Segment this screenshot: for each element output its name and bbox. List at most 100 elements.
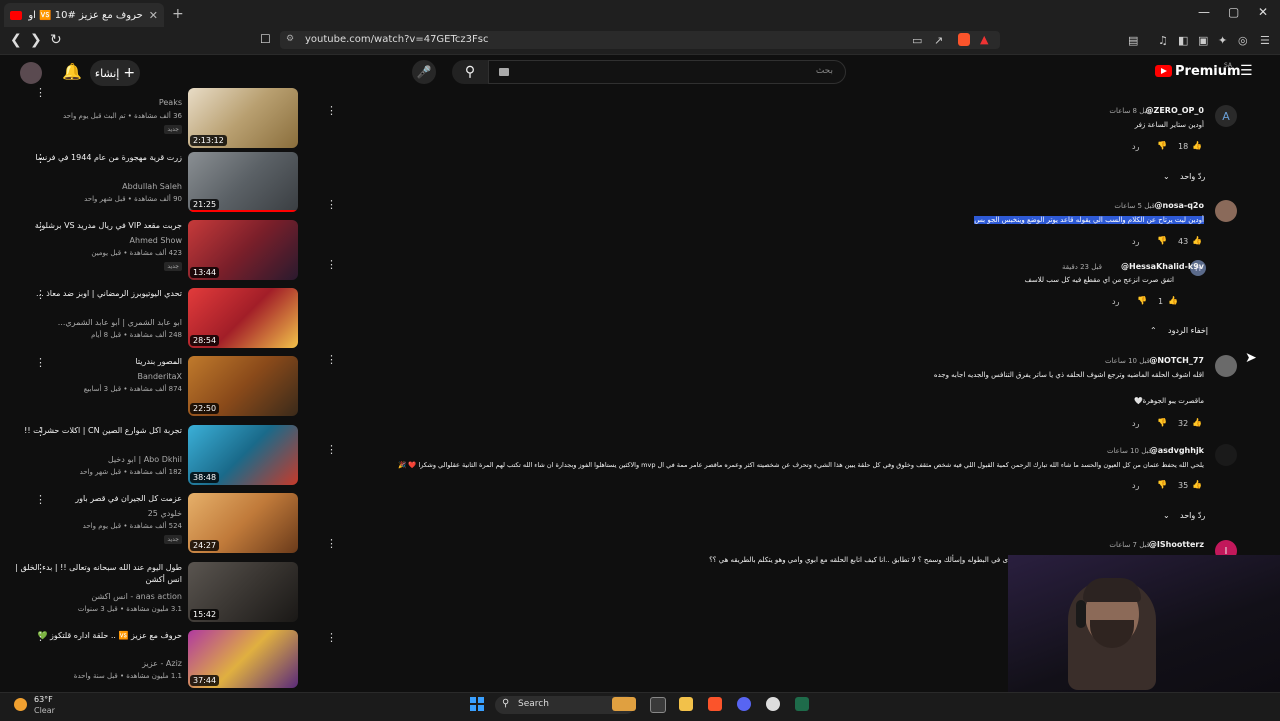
- related-video[interactable]: 15:42 طول اليوم عند الله سبحانه وتعالى !…: [0, 562, 310, 626]
- account-avatar[interactable]: [20, 62, 42, 84]
- related-video[interactable]: 13:44 جربت مقعد VIP في ريال مدريد VS برش…: [0, 220, 310, 284]
- channel-name[interactable]: Abo Dkhil | ابو دخيل: [108, 455, 182, 464]
- related-video[interactable]: 21:25 زرت قرية مهجورة من عام 1944 في فرن…: [0, 152, 310, 212]
- bookmark-icon[interactable]: ☐: [260, 32, 271, 46]
- excel-icon[interactable]: [795, 697, 809, 711]
- video-options-icon[interactable]: ⋮: [35, 562, 46, 575]
- comment-author[interactable]: @HessaKhalid-k9v: [1121, 262, 1204, 271]
- like-icon[interactable]: 👍: [1168, 296, 1178, 305]
- more-options-icon[interactable]: ⋮: [326, 443, 337, 456]
- tab-close-icon[interactable]: ✕: [149, 9, 158, 22]
- video-options-icon[interactable]: ⋮: [35, 356, 46, 369]
- like-icon[interactable]: 👍: [1192, 141, 1202, 150]
- minimize-button[interactable]: —: [1198, 5, 1210, 19]
- browser-tab[interactable]: حروف مع عزيز #10 🆚 اودين وايد ✕: [4, 3, 164, 27]
- video-thumbnail[interactable]: 15:42: [188, 562, 298, 622]
- vpn-icon[interactable]: ◎: [1238, 34, 1248, 47]
- reply-button[interactable]: رد: [1132, 419, 1139, 428]
- forward-icon[interactable]: ❯: [30, 32, 42, 48]
- wallet-icon[interactable]: ▣: [1198, 34, 1208, 47]
- brave-rewards-icon[interactable]: ▲: [980, 33, 988, 46]
- reader-icon[interactable]: ▤: [1128, 34, 1138, 47]
- view-replies-button[interactable]: ردّ واحد: [1180, 172, 1205, 181]
- channel-name[interactable]: Abdullah Saleh: [122, 182, 182, 191]
- video-options-icon[interactable]: ⋮: [35, 425, 46, 438]
- like-icon[interactable]: 👍: [1192, 418, 1202, 427]
- comment-author[interactable]: @NOTCH_77: [1149, 356, 1204, 365]
- dislike-icon[interactable]: 👎: [1157, 480, 1167, 489]
- related-video[interactable]: 24:27 عزمت كل الجيران في قصر باور خلودي …: [0, 493, 310, 557]
- chevron-up-icon[interactable]: ⌃: [1150, 326, 1157, 335]
- channel-name[interactable]: Aziz - عزيز: [142, 659, 182, 668]
- comment-author[interactable]: @asdvghhjk: [1150, 446, 1204, 455]
- discord-icon[interactable]: [737, 697, 751, 711]
- brave-shield-icon[interactable]: [958, 33, 970, 46]
- related-video[interactable]: 28:54 تحدي اليوتيوبرز الرمضاني | اوبز ضد…: [0, 288, 310, 352]
- cast-icon[interactable]: ▭: [912, 34, 922, 47]
- site-info-icon[interactable]: ⚙: [286, 34, 294, 44]
- more-options-icon[interactable]: ⋮: [326, 537, 337, 550]
- reply-button[interactable]: رد: [1132, 237, 1139, 246]
- comment-avatar[interactable]: A: [1215, 105, 1237, 127]
- video-options-icon[interactable]: ⋮: [35, 288, 46, 301]
- search-input[interactable]: بحث: [488, 60, 846, 84]
- chevron-down-icon[interactable]: ⌄: [1163, 511, 1170, 520]
- video-thumbnail[interactable]: 24:27: [188, 493, 298, 553]
- video-thumbnail[interactable]: 21:25: [188, 152, 298, 212]
- close-window-button[interactable]: ✕: [1258, 5, 1268, 19]
- sidebar-icon[interactable]: ◧: [1178, 34, 1188, 47]
- more-options-icon[interactable]: ⋮: [326, 631, 337, 644]
- video-options-icon[interactable]: ⋮: [35, 220, 46, 233]
- more-options-icon[interactable]: ⋮: [326, 353, 337, 366]
- comment-avatar[interactable]: [1215, 444, 1237, 466]
- related-video[interactable]: 22:50 المصور بندريتا BanderitaX 874 ألف …: [0, 356, 310, 420]
- leo-icon[interactable]: ✦: [1218, 34, 1227, 47]
- like-icon[interactable]: 👍: [1192, 480, 1202, 489]
- video-thumbnail[interactable]: 22:50: [188, 356, 298, 416]
- reload-icon[interactable]: ↻: [50, 32, 62, 48]
- hide-replies-button[interactable]: إخفاء الردود: [1168, 326, 1208, 335]
- reply-button[interactable]: رد: [1132, 142, 1139, 151]
- browser-menu-icon[interactable]: ☰: [1260, 34, 1270, 47]
- youtube-logo-icon[interactable]: [1155, 65, 1172, 77]
- task-view-icon[interactable]: [650, 697, 666, 713]
- keyboard-icon[interactable]: [499, 68, 509, 76]
- media-icon[interactable]: ♫: [1158, 34, 1168, 47]
- comment-author[interactable]: @ZERO_OP_0: [1146, 106, 1204, 115]
- comment-avatar[interactable]: [1215, 355, 1237, 377]
- brave-browser-icon[interactable]: [708, 697, 722, 711]
- channel-name[interactable]: Ahmed Show: [130, 236, 182, 245]
- reply-button[interactable]: رد: [1132, 481, 1139, 490]
- related-video[interactable]: 2:13:12 Peaks 36 ألف مشاهدة • تم البث قب…: [0, 86, 310, 148]
- file-explorer-icon[interactable]: [679, 697, 693, 711]
- back-icon[interactable]: ❮: [10, 32, 22, 48]
- dislike-icon[interactable]: 👎: [1137, 296, 1147, 305]
- comment-avatar[interactable]: [1215, 200, 1237, 222]
- share-icon[interactable]: ↗: [934, 34, 943, 47]
- view-replies-button[interactable]: ردّ واحد: [1180, 511, 1205, 520]
- dislike-icon[interactable]: 👎: [1157, 418, 1167, 427]
- more-options-icon[interactable]: ⋮: [326, 198, 337, 211]
- guide-menu-icon[interactable]: ☰: [1240, 63, 1253, 79]
- voice-search-mic-icon[interactable]: 🎤: [412, 60, 436, 84]
- channel-name[interactable]: anas action - انس اكشن: [91, 592, 182, 601]
- new-tab-button[interactable]: +: [172, 6, 184, 22]
- video-options-icon[interactable]: ⋮: [35, 493, 46, 506]
- reply-button[interactable]: رد: [1112, 297, 1119, 306]
- channel-name[interactable]: خلودي 25: [148, 509, 182, 518]
- notifications-bell-icon[interactable]: 🔔: [62, 62, 82, 81]
- maximize-button[interactable]: ▢: [1228, 5, 1239, 19]
- more-options-icon[interactable]: ⋮: [326, 258, 337, 271]
- dislike-icon[interactable]: 👎: [1157, 141, 1167, 150]
- video-thumbnail[interactable]: 2:13:12: [188, 88, 298, 148]
- channel-name[interactable]: ابو عابد الشمري | أبو عابد الشمري...: [32, 318, 182, 327]
- chevron-down-icon[interactable]: ⌄: [1163, 172, 1170, 181]
- video-options-icon[interactable]: ⋮: [35, 86, 46, 99]
- like-icon[interactable]: 👍: [1192, 236, 1202, 245]
- video-options-icon[interactable]: ⋮: [35, 630, 46, 643]
- video-options-icon[interactable]: ⋮: [35, 152, 46, 165]
- channel-name[interactable]: Peaks: [159, 98, 182, 107]
- comment-author[interactable]: @nosa-q2o: [1155, 201, 1204, 210]
- create-button[interactable]: إنشاء +: [90, 60, 140, 86]
- video-thumbnail[interactable]: 37:44: [188, 630, 298, 688]
